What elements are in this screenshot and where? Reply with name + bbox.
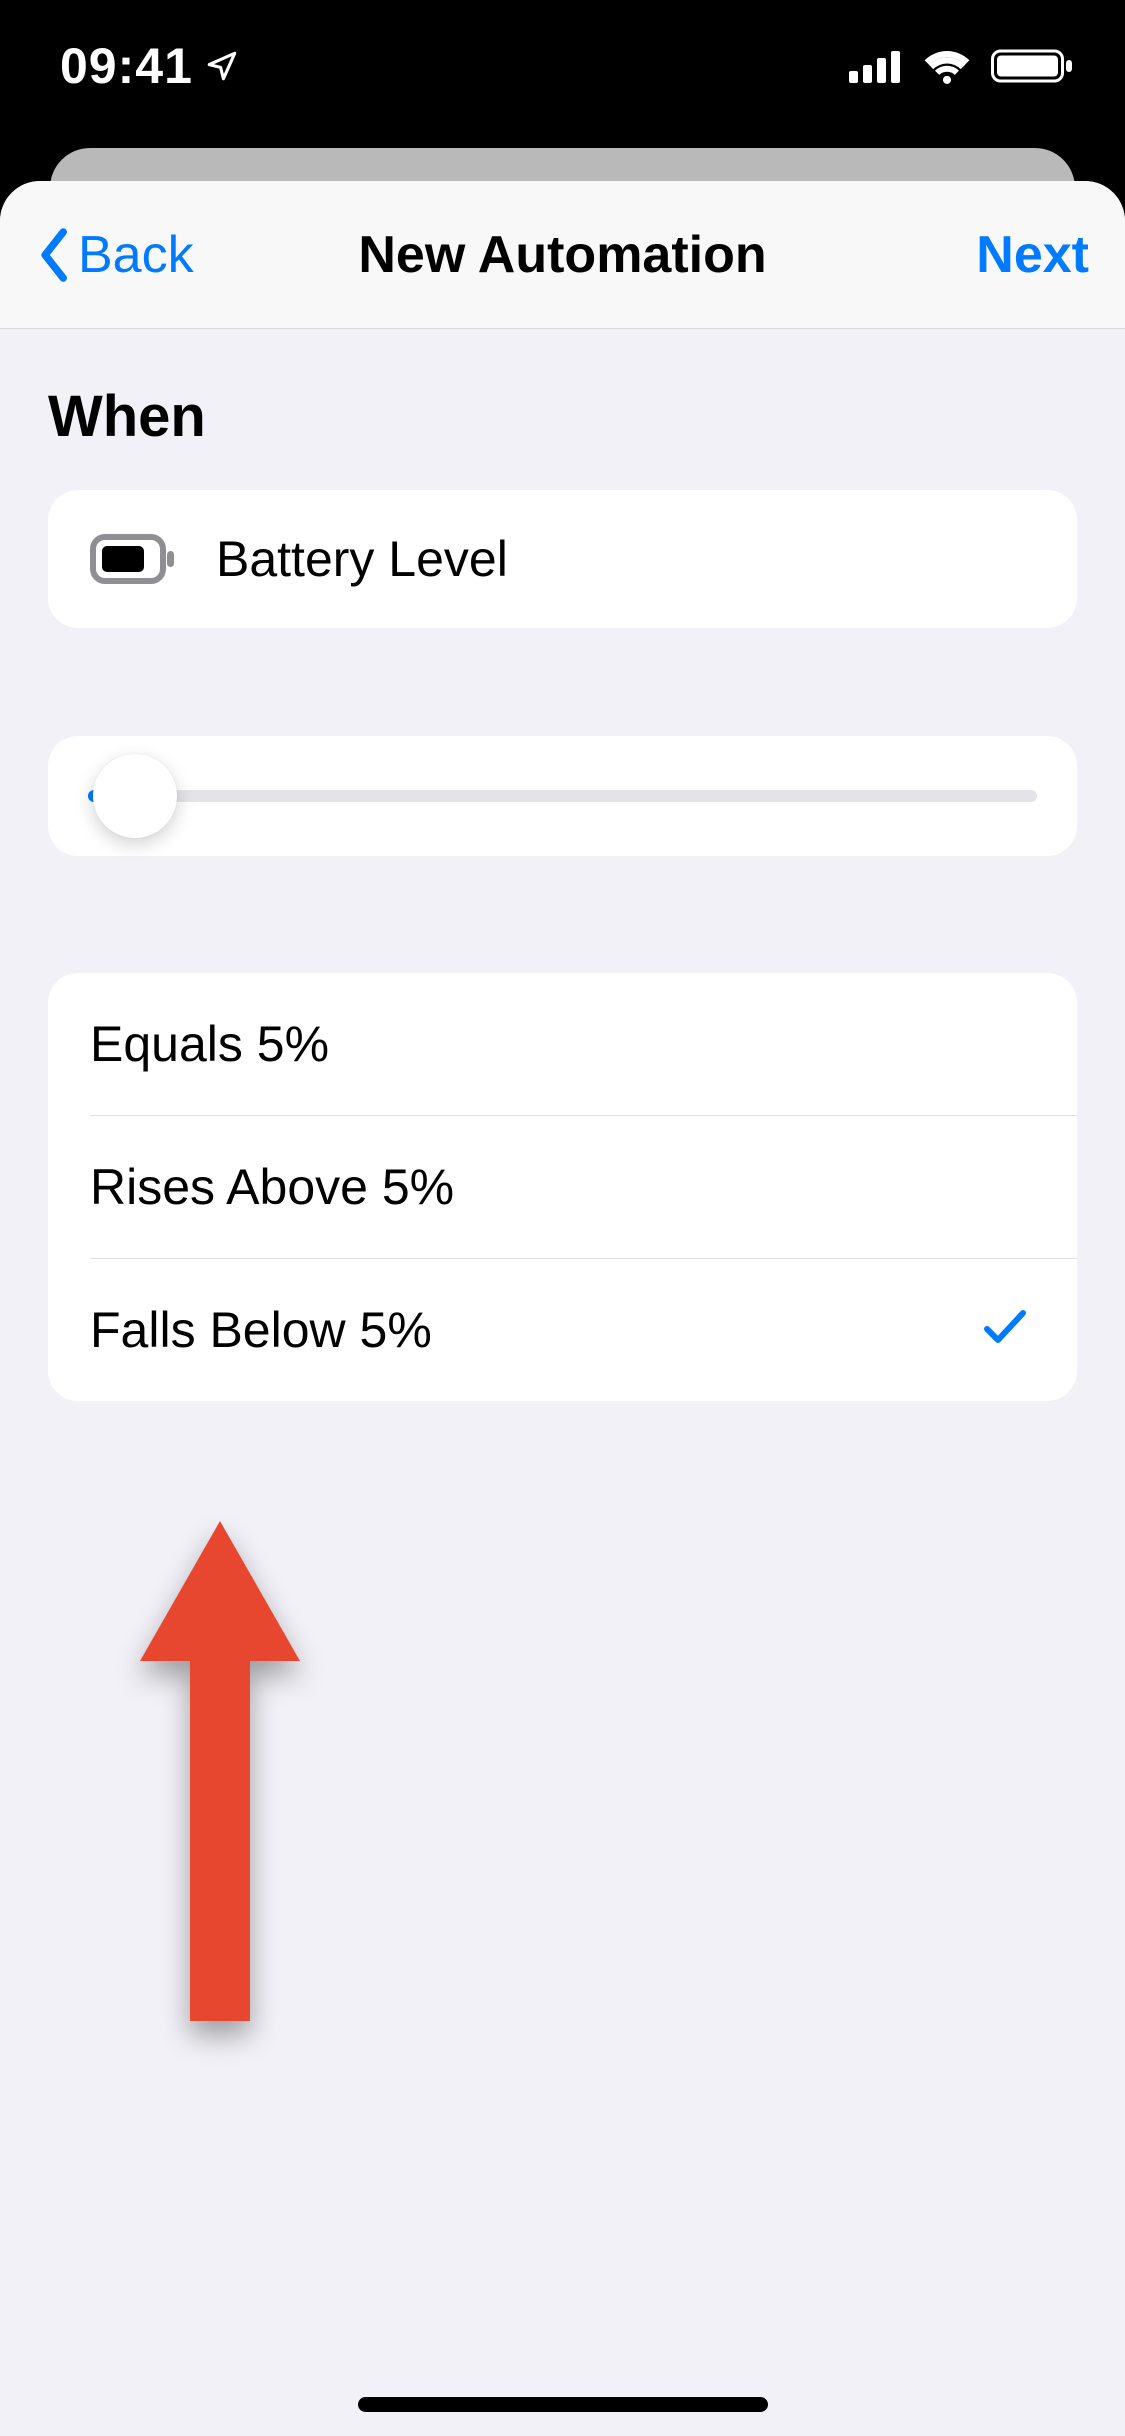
trigger-row: Battery Level (48, 490, 1077, 628)
status-left: 09:41 (60, 37, 239, 95)
annotation-arrow (140, 1521, 300, 2041)
condition-options: Equals 5% Rises Above 5% Falls Below 5% (48, 973, 1077, 1401)
slider-track (88, 790, 1037, 802)
checkmark-slot-2 (983, 1301, 1027, 1359)
back-button[interactable]: Back (36, 225, 194, 285)
location-icon (205, 49, 239, 83)
trigger-label: Battery Level (216, 530, 508, 588)
option-falls-below[interactable]: Falls Below 5% (48, 1259, 1077, 1401)
section-when-title: When (48, 383, 1077, 450)
back-label: Back (78, 225, 194, 285)
nav-bar: Back New Automation Next (0, 181, 1125, 329)
option-equals[interactable]: Equals 5% (48, 973, 1077, 1115)
slider-thumb[interactable] (93, 754, 177, 838)
option-label: Rises Above 5% (90, 1158, 454, 1216)
content: When Battery Level (0, 383, 1125, 1401)
battery-slider[interactable] (48, 736, 1077, 856)
phone-frame: 09:41 (0, 0, 1125, 2436)
battery-icon (991, 47, 1075, 85)
battery-level-icon (90, 534, 176, 584)
wifi-icon (921, 47, 973, 85)
option-rises-above[interactable]: Rises Above 5% (48, 1116, 1077, 1258)
status-bar: 09:41 (0, 0, 1125, 132)
next-button[interactable]: Next (976, 225, 1089, 285)
status-right (849, 47, 1075, 85)
home-indicator[interactable] (358, 2397, 768, 2412)
checkmark-icon (983, 1307, 1027, 1347)
status-time: 09:41 (60, 37, 193, 95)
chevron-left-icon (36, 227, 74, 283)
option-label: Falls Below 5% (90, 1301, 432, 1359)
cellular-icon (849, 49, 903, 83)
modal-sheet: Back New Automation Next When Battery Le… (0, 181, 1125, 2436)
trigger-card: Battery Level (48, 490, 1077, 628)
option-label: Equals 5% (90, 1015, 329, 1073)
